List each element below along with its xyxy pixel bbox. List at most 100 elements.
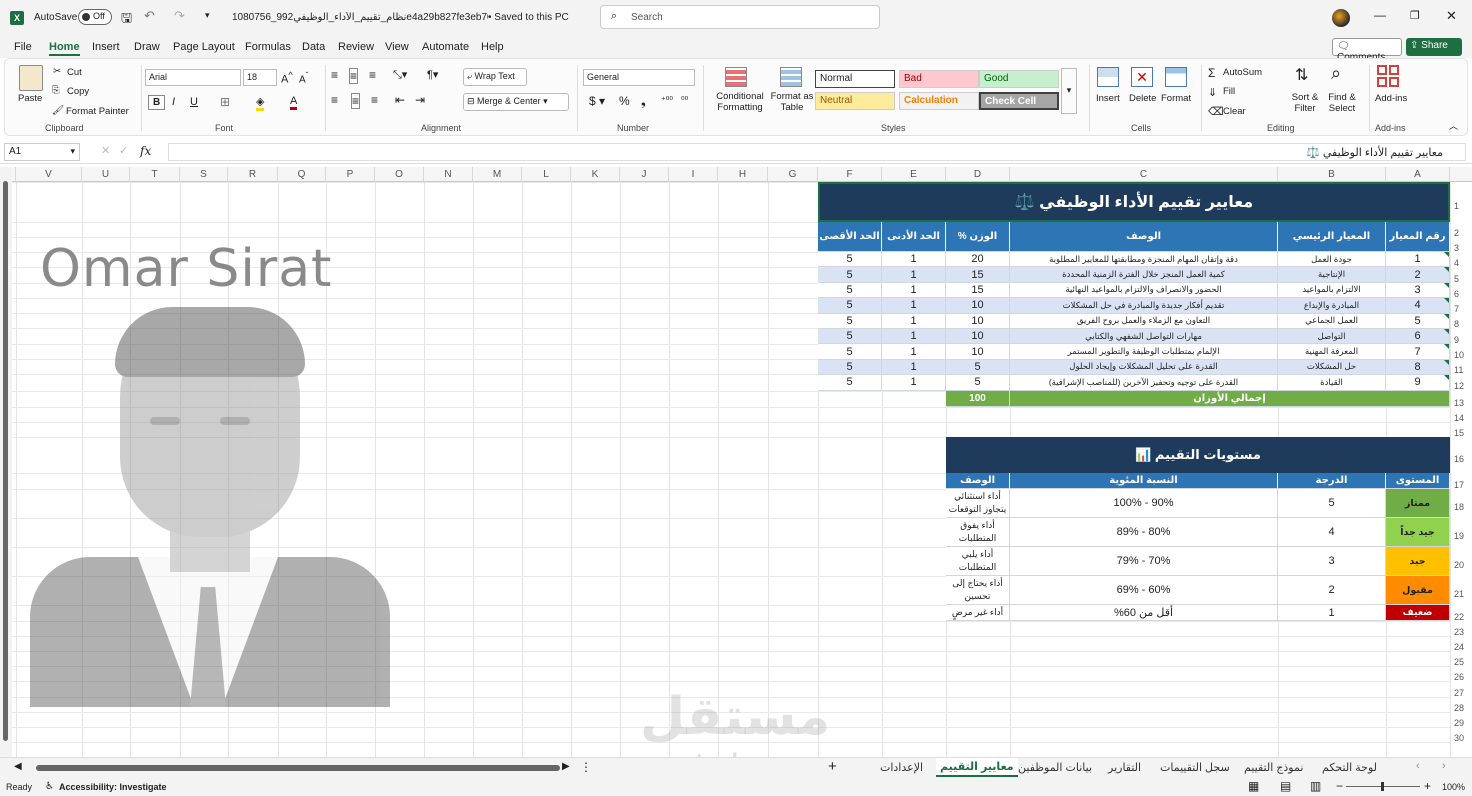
tab-criteria[interactable]: معايير التقييم [936, 758, 1018, 777]
row-header-30[interactable]: 30 [1450, 727, 1472, 743]
cancel-entry-icon[interactable]: ✕ [101, 144, 110, 157]
menu-insert[interactable]: Insert [92, 41, 120, 53]
worksheet-grid[interactable]: VUTSRQPONMLKJIHGFEDCBA 1 2 3 4 5 6 7 8 9 10 11 12 13… [0, 167, 1472, 757]
copy-icon[interactable]: ⎘ [52, 85, 60, 96]
format-as-table-icon[interactable] [780, 67, 802, 87]
align-left-icon[interactable]: ≡ [331, 93, 338, 107]
share-button[interactable]: ⇪ Share [1406, 38, 1462, 56]
tab-employees[interactable]: بيانات الموظفين [1018, 761, 1092, 774]
bold-icon[interactable]: B [148, 95, 166, 110]
row-header-3[interactable]: 3 [1450, 237, 1472, 253]
confirm-entry-icon[interactable]: ✓ [119, 144, 128, 157]
row-header-21[interactable]: 21 [1450, 576, 1472, 605]
tab-evaluations-log[interactable]: سجل التقييمات [1160, 761, 1230, 774]
row-header-29[interactable]: 29 [1450, 712, 1472, 728]
column-header-I[interactable]: I [669, 167, 718, 182]
column-header-M[interactable]: M [473, 167, 522, 182]
conditional-formatting-button[interactable]: Conditional Formatting [709, 91, 771, 113]
column-header-A[interactable]: A [1386, 167, 1450, 182]
menu-automate[interactable]: Automate [422, 41, 469, 53]
styles-gallery-expand-icon[interactable]: ▾ [1061, 68, 1077, 114]
decrease-indent-icon[interactable]: ⇤ [395, 93, 405, 107]
sort-filter-icon[interactable]: ⇅ [1295, 65, 1308, 85]
sort-filter-button[interactable]: Sort & Filter [1289, 92, 1321, 114]
style-check-cell[interactable]: Check Cell [979, 92, 1059, 110]
more-options-icon[interactable]: ⋮ [580, 760, 592, 774]
format-painter-icon[interactable]: 🖌 [52, 105, 64, 116]
column-header-L[interactable]: L [522, 167, 571, 182]
autosum-icon[interactable]: Σ [1208, 66, 1215, 80]
tab-nav-prev-icon[interactable]: ‹ [1416, 760, 1420, 772]
tab-reports[interactable]: التقارير [1108, 761, 1141, 774]
undo-icon[interactable]: ↶ [144, 8, 155, 24]
style-bad[interactable]: Bad [899, 70, 979, 88]
column-header-R[interactable]: R [228, 167, 278, 182]
row-header-28[interactable]: 28 [1450, 697, 1472, 713]
vertical-scrollbar[interactable] [0, 167, 12, 757]
normal-view-icon[interactable]: ▦ [1248, 779, 1259, 793]
align-middle-icon[interactable]: ≡ [349, 68, 359, 84]
column-header-J[interactable]: J [620, 167, 669, 182]
search-box[interactable]: ⌕ Search [600, 5, 880, 29]
comma-icon[interactable]: ❟ [641, 94, 646, 109]
fill-icon[interactable]: ⇓ [1208, 86, 1217, 99]
row-header-10[interactable]: 10 [1450, 344, 1472, 360]
rtl-icon[interactable]: ¶▾ [427, 68, 438, 81]
close-icon[interactable]: ✕ [1446, 8, 1457, 24]
row-header-12[interactable]: 12 [1450, 374, 1472, 391]
page-layout-view-icon[interactable]: ▤ [1280, 779, 1291, 793]
zoom-slider[interactable] [1346, 782, 1420, 791]
copy-button[interactable]: Copy [67, 86, 89, 97]
cut-icon[interactable]: ✂ [53, 66, 61, 77]
column-header-B[interactable]: B [1278, 167, 1386, 182]
borders-icon[interactable]: ⊞ [220, 95, 230, 109]
column-header-H[interactable]: H [718, 167, 768, 182]
insert-function-icon[interactable]: fx [140, 144, 151, 158]
style-calculation[interactable]: Calculation [899, 92, 979, 110]
minimize-icon[interactable]: — [1374, 8, 1386, 22]
column-header-T[interactable]: T [130, 167, 180, 182]
column-header-F[interactable]: F [818, 167, 882, 182]
horizontal-scrollbar[interactable] [36, 765, 560, 771]
style-neutral[interactable]: Neutral [815, 92, 895, 110]
fill-button[interactable]: Fill [1223, 86, 1235, 97]
row-header-7[interactable]: 7 [1450, 298, 1472, 314]
tab-dashboard[interactable]: لوحة التحكم [1322, 761, 1377, 774]
menu-help[interactable]: Help [481, 41, 504, 53]
select-all-corner[interactable] [1450, 167, 1472, 182]
row-header-25[interactable]: 25 [1450, 651, 1472, 667]
column-header-P[interactable]: P [326, 167, 375, 182]
redo-icon[interactable]: ↷ [174, 8, 185, 24]
page-break-view-icon[interactable]: ▥ [1310, 779, 1321, 793]
column-header-Q[interactable]: Q [278, 167, 326, 182]
row-header-23[interactable]: 23 [1450, 621, 1472, 637]
cut-button[interactable]: Cut [67, 67, 82, 78]
delete-cells-icon[interactable]: ✕ [1131, 67, 1153, 87]
delete-cells-button[interactable]: Delete [1129, 93, 1156, 104]
style-good[interactable]: Good [979, 70, 1059, 88]
currency-icon[interactable]: $ ▾ [589, 94, 605, 108]
column-header-G[interactable]: G [768, 167, 818, 182]
tab-evaluation-form[interactable]: نموذج التقييم [1244, 761, 1303, 774]
name-box[interactable]: A1 ▾ [4, 143, 80, 161]
align-right-icon[interactable]: ≡ [371, 93, 378, 107]
column-header-K[interactable]: K [571, 167, 620, 182]
column-header-C[interactable]: C [1010, 167, 1278, 182]
row-header-1[interactable]: 1 [1450, 182, 1472, 222]
accessibility-status[interactable]: Accessibility: Investigate [59, 782, 167, 792]
collapse-ribbon-icon[interactable]: ︿ [1449, 119, 1458, 132]
menu-draw[interactable]: Draw [134, 41, 160, 53]
percent-icon[interactable]: % [619, 94, 630, 108]
row-header-9[interactable]: 9 [1450, 328, 1472, 345]
column-header-V[interactable]: V [16, 167, 82, 182]
row-header-18[interactable]: 18 [1450, 489, 1472, 518]
find-select-button[interactable]: Find & Select [1323, 92, 1361, 114]
column-header-D[interactable]: D [946, 167, 1010, 182]
paste-button[interactable]: Paste [18, 93, 42, 104]
align-bottom-icon[interactable]: ≡ [369, 68, 376, 82]
column-header-U[interactable]: U [82, 167, 130, 182]
increase-decimal-icon[interactable]: ⁺⁰⁰ [661, 95, 673, 106]
row-header-16[interactable]: 16 [1450, 437, 1472, 473]
column-header-E[interactable]: E [882, 167, 946, 182]
addins-button[interactable]: Add-ins [1375, 93, 1407, 104]
